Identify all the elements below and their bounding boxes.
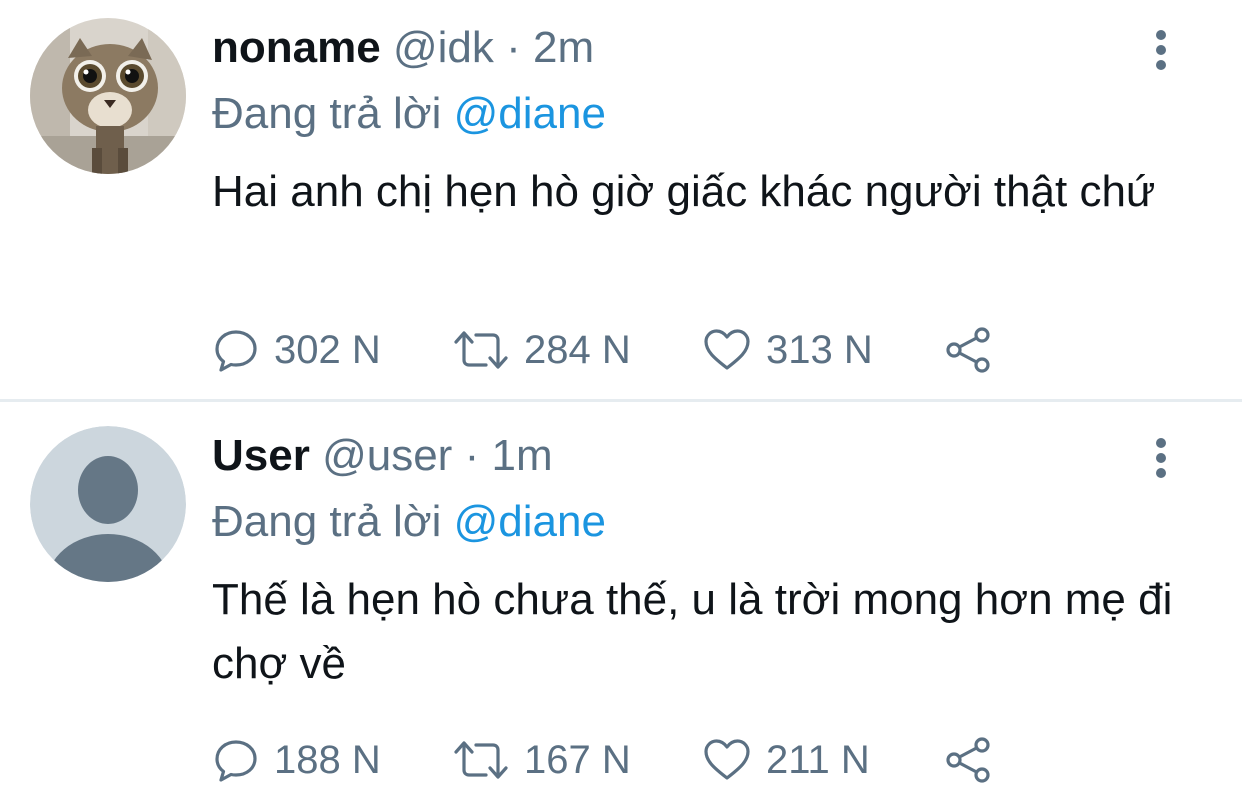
like-count: 211 N	[766, 737, 870, 782]
mention-link[interactable]: @diane	[454, 89, 606, 138]
tweet-text: Thế là hẹn hò chưa thế, u là trời mong h…	[212, 575, 1173, 688]
replying-to: Đang trả lời @diane	[212, 88, 606, 140]
replying-to: Đang trả lời @diane	[212, 496, 606, 548]
like-button[interactable]: 313 N	[702, 322, 873, 378]
reply-button[interactable]: 302 N	[212, 322, 381, 378]
replying-to-label: Đang trả lời	[212, 497, 442, 546]
reply-count: 188 N	[274, 737, 381, 782]
more-options-button[interactable]	[1148, 28, 1174, 72]
share-button[interactable]	[944, 732, 1008, 788]
separator-dot: ·	[464, 431, 480, 480]
retweet-button[interactable]: 167 N	[452, 732, 631, 788]
share-icon	[946, 327, 990, 373]
heart-icon	[704, 329, 750, 370]
retweet-count: 167 N	[524, 737, 631, 782]
retweet-count: 284 N	[524, 327, 631, 372]
separator-dot: ·	[506, 23, 521, 72]
reply-count: 302 N	[274, 327, 381, 372]
like-button[interactable]: 211 N	[702, 732, 870, 788]
tweet-header: noname @idk · 2m	[212, 22, 594, 74]
tweet[interactable]: noname @idk · 2m Đang trả lời @diane Hai…	[0, 0, 1242, 400]
tweet[interactable]: User @user · 1m Đang trả lời @diane Thế …	[0, 402, 1242, 792]
timestamp[interactable]: 1m	[491, 431, 552, 480]
display-name[interactable]: noname	[212, 23, 381, 72]
default-user-avatar	[30, 426, 186, 582]
share-icon	[946, 737, 990, 783]
tweet-actions: 302 N 284 N 313 N	[212, 322, 1212, 378]
replying-to-label: Đang trả lời	[212, 89, 442, 138]
like-count: 313 N	[766, 327, 873, 372]
reply-icon	[215, 330, 257, 372]
more-options-button[interactable]	[1148, 436, 1174, 480]
user-handle[interactable]: @idk	[393, 23, 494, 72]
tweet-header: User @user · 1m	[212, 430, 553, 482]
user-handle[interactable]: @user	[322, 431, 452, 480]
timestamp[interactable]: 2m	[533, 23, 594, 72]
tweet-actions: 188 N 167 N 211 N	[212, 732, 1212, 788]
reply-button[interactable]: 188 N	[212, 732, 381, 788]
retweet-icon	[454, 741, 508, 779]
avatar[interactable]	[30, 426, 186, 582]
retweet-button[interactable]: 284 N	[452, 322, 631, 378]
more-vertical-icon	[1156, 30, 1166, 70]
tweet-text: Hai anh chị hẹn hò giờ giấc khác người t…	[212, 167, 1156, 216]
share-button[interactable]	[944, 322, 1008, 378]
retweet-icon	[454, 331, 508, 369]
cat-photo-avatar	[30, 18, 186, 174]
display-name[interactable]: User	[212, 431, 310, 480]
heart-icon	[704, 739, 750, 780]
avatar[interactable]	[30, 18, 186, 174]
reply-icon	[215, 740, 257, 782]
more-vertical-icon	[1156, 438, 1166, 478]
mention-link[interactable]: @diane	[454, 497, 606, 546]
